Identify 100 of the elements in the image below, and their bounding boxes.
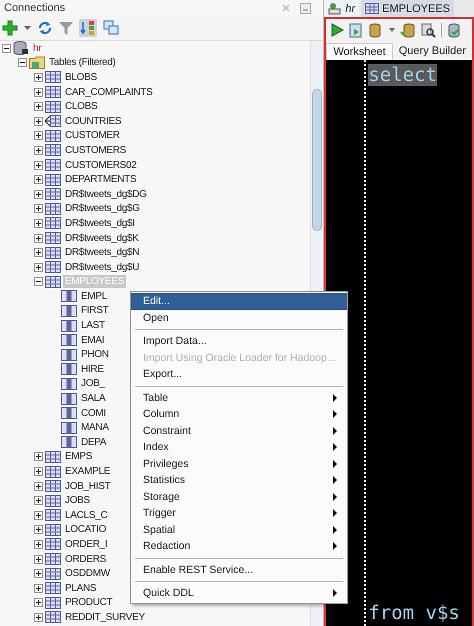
tree-item[interactable]: EXAMPLE	[63, 465, 112, 478]
tree-item[interactable]: CLOBS	[63, 100, 100, 114]
tree-item[interactable]: EMPL	[79, 290, 110, 303]
tree-item[interactable]: DR$tweets_dg$G	[63, 202, 142, 216]
tree-item[interactable]: EMAI	[79, 334, 106, 347]
editor-tab[interactable]: hr	[324, 0, 360, 17]
expander-icon[interactable]	[34, 452, 43, 462]
tree-item[interactable]: DR$tweets_dg$N	[63, 246, 142, 260]
tree-item[interactable]: hr	[31, 42, 44, 55]
tree-item[interactable]: EMPS	[63, 450, 94, 464]
filter-icon[interactable]	[59, 20, 73, 36]
menu-item[interactable]: Trigger	[131, 505, 347, 522]
menu-item[interactable]: Index	[131, 439, 347, 456]
expander-icon[interactable]	[34, 131, 43, 140]
tree-item[interactable]: COUNTRIES	[63, 114, 124, 128]
tree-item[interactable]: JOB_	[79, 377, 107, 390]
minimize-icon[interactable]	[300, 2, 312, 14]
menu-item[interactable]: Edit...	[131, 293, 347, 310]
tree-item[interactable]: LOCATIO	[63, 523, 108, 536]
menu-item[interactable]: Statistics	[131, 472, 347, 488]
expander-icon[interactable]	[18, 58, 27, 68]
tree-item[interactable]: PRODUCT	[63, 596, 114, 610]
expander-icon[interactable]	[34, 102, 43, 112]
tree-item[interactable]: DEPARTMENTS	[63, 173, 138, 186]
tree-item[interactable]: CAR_COMPLAINTS	[63, 86, 154, 99]
tree-item[interactable]: BLOBS	[63, 70, 99, 84]
expander-icon[interactable]	[34, 496, 43, 506]
caret-icon[interactable]	[389, 28, 396, 32]
menu-item[interactable]: Column	[131, 406, 347, 422]
menu-item[interactable]: Enable REST Service...	[131, 562, 347, 578]
expander-icon[interactable]	[34, 612, 43, 622]
tree-item[interactable]: JOB_HIST	[63, 480, 112, 493]
windows-icon[interactable]	[103, 20, 119, 36]
tree-item[interactable]: PHON	[79, 348, 111, 362]
tree-item[interactable]: DR$tweets_dg$K	[63, 232, 141, 245]
tree-item[interactable]: LACLS_C	[63, 508, 110, 522]
expander-icon[interactable]	[34, 88, 43, 97]
tree-item[interactable]: SALA	[79, 392, 108, 406]
tree-item[interactable]: DR$tweets_dg$I	[63, 216, 137, 230]
tree-item[interactable]: JOBS	[63, 494, 92, 508]
expander-icon[interactable]	[34, 540, 43, 549]
add-icon[interactable]	[2, 20, 18, 36]
tree-item[interactable]: Tables (Filtered)	[47, 56, 118, 70]
tree-item[interactable]: DR$tweets_dg$U	[63, 260, 142, 274]
expander-icon[interactable]	[34, 554, 43, 564]
expander-icon[interactable]	[34, 510, 43, 520]
expander-icon[interactable]	[34, 598, 43, 608]
expander-icon[interactable]	[34, 190, 43, 199]
tree-item[interactable]: CUSTOMERS02	[63, 158, 139, 172]
tree-item[interactable]: HIRE	[79, 362, 106, 376]
expander-icon[interactable]	[34, 160, 43, 170]
menu-item[interactable]: Privileges	[131, 456, 347, 472]
search-icon[interactable]	[421, 22, 436, 38]
expander-icon[interactable]	[34, 584, 43, 593]
expander-icon[interactable]	[34, 146, 43, 155]
menu-item[interactable]: Constraint	[131, 422, 347, 439]
worksheet-tab[interactable]: Query Builder	[392, 43, 472, 60]
tree-item[interactable]: MANA	[79, 421, 111, 434]
menu-item[interactable]: Redaction	[131, 538, 347, 554]
expander-icon[interactable]	[34, 525, 43, 534]
tree-item[interactable]: LAST	[79, 319, 107, 332]
expander-icon[interactable]	[34, 234, 43, 243]
tree-item[interactable]: ORDERS	[63, 552, 108, 566]
menu-item[interactable]: Storage	[131, 488, 347, 505]
tree-item[interactable]: CUSTOMER	[63, 129, 122, 142]
expander-icon[interactable]	[34, 204, 43, 214]
tree-item[interactable]: ORDER_I	[63, 538, 110, 551]
tree-item[interactable]: DEPA	[79, 436, 108, 449]
refresh-database-icon[interactable]	[447, 22, 462, 38]
tree-item[interactable]: REDDIT_SURVEY	[63, 610, 147, 624]
caret-icon[interactable]	[24, 26, 31, 30]
expander-icon[interactable]	[34, 467, 43, 476]
tree-item[interactable]: COMI	[79, 406, 108, 420]
script-icon[interactable]	[349, 22, 364, 38]
menu-item[interactable]: Import Data...	[131, 333, 347, 350]
schema-browser-icon[interactable]	[79, 19, 97, 37]
expander-icon[interactable]	[34, 116, 43, 126]
expander-icon[interactable]	[34, 262, 43, 272]
run-icon[interactable]	[330, 23, 344, 37]
commit-icon[interactable]	[400, 22, 416, 38]
menu-item[interactable]: Open	[131, 310, 347, 326]
expander-icon[interactable]	[2, 44, 11, 53]
scrollbar-thumb[interactable]	[312, 89, 322, 231]
expander-icon[interactable]	[34, 175, 43, 184]
expander-icon[interactable]	[34, 277, 43, 286]
tree-item[interactable]: FIRST	[79, 304, 110, 318]
expander-icon[interactable]	[34, 218, 43, 228]
tree-item[interactable]: PLANS	[63, 582, 98, 595]
menu-item[interactable]: Spatial	[131, 522, 347, 538]
menu-item[interactable]: Quick DDL	[131, 585, 347, 602]
tree-item[interactable]: DR$tweets_dg$DG	[63, 188, 149, 201]
expander-icon[interactable]	[34, 72, 43, 82]
tree-item[interactable]: OSDDMW	[63, 567, 112, 580]
worksheet-tab[interactable]: Worksheet	[326, 43, 393, 60]
menu-item[interactable]: Table	[131, 390, 347, 406]
editor-tab[interactable]: EMPLOYEES	[361, 0, 454, 17]
refresh-icon[interactable]	[37, 20, 53, 36]
expander-icon[interactable]	[34, 248, 43, 258]
menu-item[interactable]: Export...	[131, 366, 347, 382]
tree-item[interactable]: CUSTOMERS	[63, 144, 128, 157]
